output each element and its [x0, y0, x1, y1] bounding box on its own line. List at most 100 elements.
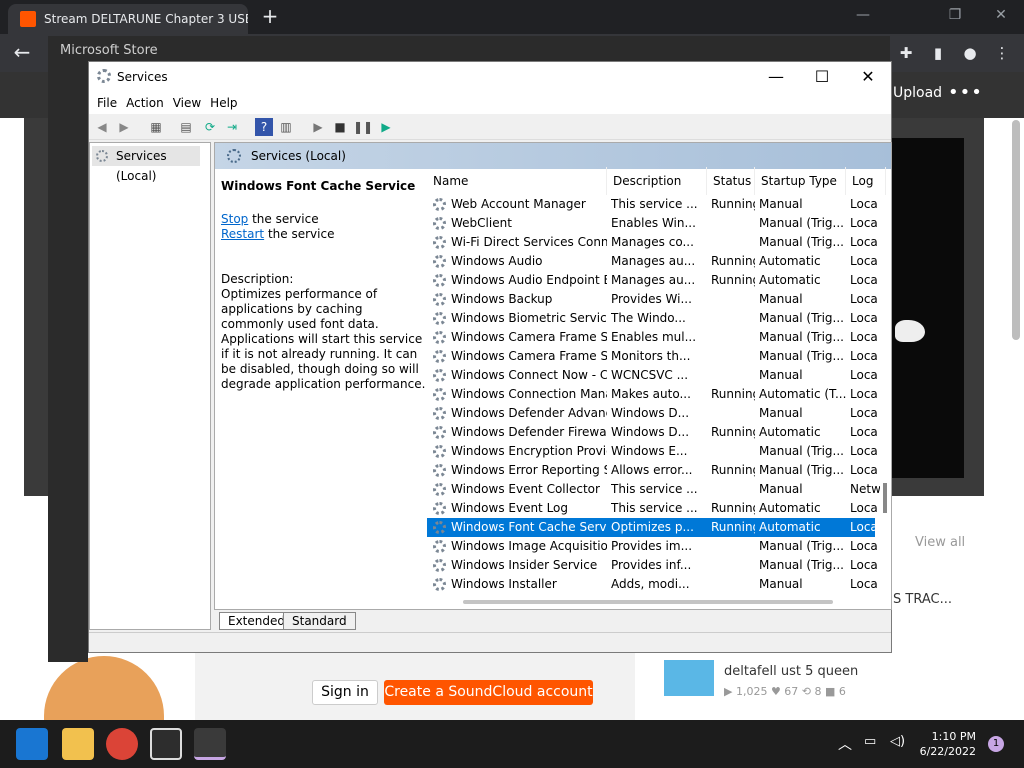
- service-log-on: Loca: [850, 197, 878, 211]
- service-gear-icon: [433, 483, 446, 496]
- table-row[interactable]: Windows Font Cache Service Optimizes p...…: [427, 518, 878, 537]
- menu-help[interactable]: Help: [210, 92, 246, 114]
- soundcloud-favicon-icon: [20, 11, 36, 27]
- start-windows-icon[interactable]: [16, 728, 48, 760]
- table-row[interactable]: Wi-Fi Direct Services Conne... Manages co…: [427, 233, 878, 252]
- back-icon[interactable]: ◀: [93, 118, 111, 136]
- table-row[interactable]: Windows Defender Firewall Windows D... Run…: [427, 423, 878, 442]
- store-icon[interactable]: [150, 728, 182, 760]
- column-header-description[interactable]: Description: [607, 167, 707, 195]
- network-icon[interactable]: ▭: [864, 734, 876, 749]
- table-row[interactable]: Windows Event Log This service ... Running…: [427, 499, 878, 518]
- stop-link[interactable]: Stop: [221, 212, 248, 226]
- view-all-link[interactable]: View all: [915, 535, 965, 550]
- service-status: Running: [711, 387, 755, 401]
- service-log-on: Loca: [850, 216, 878, 230]
- table-row[interactable]: Windows Camera Frame Se... Monitors th...…: [427, 347, 878, 366]
- page-scrollbar[interactable]: [1012, 120, 1020, 340]
- table-row[interactable]: Windows Event Collector This service ... M…: [427, 480, 880, 499]
- menu-file[interactable]: File: [97, 92, 126, 114]
- tray-chevron-icon[interactable]: ︿: [838, 734, 852, 754]
- sort-arrow-icon: ^: [515, 167, 524, 174]
- restart-link[interactable]: Restart: [221, 227, 264, 241]
- table-row[interactable]: WebClient Enables Win... Manual (Trig... Lo…: [427, 214, 878, 233]
- profile-icon[interactable]: ●: [957, 40, 983, 66]
- service-description: Monitors th...: [611, 349, 691, 363]
- table-row[interactable]: Web Account Manager This service ... Runni…: [427, 195, 878, 214]
- table-row[interactable]: Windows Defender Advanc... Windows D... Ma…: [427, 404, 878, 423]
- service-description: This service ...: [611, 197, 698, 211]
- forward-icon[interactable]: ▶: [115, 118, 133, 136]
- table-row[interactable]: Windows Biometric Service The Windo... Man…: [427, 309, 878, 328]
- table-row[interactable]: Windows Audio Manages au... Running Automat…: [427, 252, 878, 271]
- show-tree-icon[interactable]: ▦: [147, 118, 165, 136]
- restart-text: the service: [264, 227, 335, 241]
- table-row[interactable]: Windows Connect Now - C... WCNCSVC ... Man…: [427, 366, 878, 385]
- service-name: Windows Camera Frame Se...: [451, 349, 607, 363]
- column-header-startup-type[interactable]: Startup Type: [755, 167, 846, 195]
- service-log-on: Loca: [850, 330, 878, 344]
- service-log-on: Loca: [850, 311, 878, 325]
- service-gear-icon: [433, 578, 446, 591]
- new-tab-button[interactable]: +: [258, 4, 282, 30]
- related-track-title[interactable]: S TRAC...: [893, 592, 952, 607]
- table-row[interactable]: Windows Error Reporting Se... Allows erro…: [427, 461, 878, 480]
- more-icon[interactable]: •••: [948, 82, 983, 103]
- column-header-log-on-as[interactable]: Log: [846, 167, 886, 195]
- column-header-status[interactable]: Status: [707, 167, 755, 195]
- pause-service-icon[interactable]: ❚❚: [353, 118, 373, 136]
- services-taskbar-icon[interactable]: [194, 728, 226, 760]
- upload-link[interactable]: Upload: [893, 85, 942, 101]
- restore-icon[interactable]: ❐: [932, 0, 978, 30]
- stop-service-icon[interactable]: ■: [331, 118, 349, 136]
- back-arrow-icon[interactable]: ←: [8, 38, 36, 66]
- svc-minimize-icon[interactable]: —: [753, 62, 799, 92]
- hscroll-thumb[interactable]: [463, 600, 833, 604]
- table-row[interactable]: Windows Audio Endpoint B... Manages au...…: [427, 271, 878, 290]
- notification-badge[interactable]: 1: [988, 736, 1004, 752]
- service-log-on: Loca: [850, 425, 878, 439]
- show-pane-icon[interactable]: ▥: [277, 118, 295, 136]
- table-row[interactable]: Windows Installer Adds, modi... Manual Loca: [427, 575, 878, 594]
- tab-standard[interactable]: Standard: [283, 612, 356, 630]
- clock[interactable]: 1:10 PM 6/22/2022: [918, 729, 976, 759]
- svc-close-icon[interactable]: ✕: [845, 62, 891, 92]
- create-account-button[interactable]: Create a SoundCloud account: [384, 680, 593, 705]
- svc-maximize-icon[interactable]: ☐: [799, 62, 845, 92]
- horizontal-scrollbar[interactable]: [447, 595, 867, 609]
- properties-icon[interactable]: ▤: [177, 118, 195, 136]
- browser-tab[interactable]: Stream DELTARUNE Chapter 3 USE ✕: [8, 4, 248, 34]
- sign-in-button[interactable]: Sign in: [312, 680, 378, 705]
- service-gear-icon: [433, 426, 446, 439]
- track-title[interactable]: deltafell ust 5 queen: [724, 664, 858, 679]
- service-gear-icon: [433, 217, 446, 230]
- file-explorer-icon[interactable]: [62, 728, 94, 760]
- menu-icon[interactable]: ⋮: [989, 40, 1015, 66]
- chrome-icon[interactable]: [106, 728, 138, 760]
- vertical-scrollbar-thumb[interactable]: [883, 483, 887, 513]
- service-gear-icon: [433, 350, 446, 363]
- console-tree: Services (Local): [89, 142, 211, 630]
- service-description: Windows E...: [611, 444, 688, 458]
- tree-item-services-local[interactable]: Services (Local): [92, 146, 200, 183]
- side-panel-icon[interactable]: ▮: [925, 40, 951, 66]
- help-icon[interactable]: ?: [255, 118, 273, 136]
- minimize-icon[interactable]: —: [840, 0, 886, 30]
- restart-service-icon[interactable]: ▶: [377, 118, 395, 136]
- refresh-icon[interactable]: ⟳: [201, 118, 219, 136]
- export-icon[interactable]: ⇥: [223, 118, 241, 136]
- table-row[interactable]: Windows Camera Frame Se... Enables mul...…: [427, 328, 878, 347]
- start-service-icon[interactable]: ▶: [309, 118, 327, 136]
- track-thumbnail[interactable]: [664, 660, 714, 696]
- table-row[interactable]: Windows Encryption Provid... Windows E...…: [427, 442, 878, 461]
- table-row[interactable]: Windows Backup Provides Wi... Manual Loca: [427, 290, 878, 309]
- table-row[interactable]: Windows Image Acquisitio... Provides im..…: [427, 537, 878, 556]
- table-row[interactable]: Windows Connection Mana... Makes auto... R…: [427, 385, 878, 404]
- menu-action[interactable]: Action: [126, 92, 173, 114]
- table-row[interactable]: Windows Insider Service Provides inf... Ma…: [427, 556, 878, 575]
- menu-view[interactable]: View: [173, 92, 210, 114]
- volume-icon[interactable]: ◁): [890, 734, 905, 749]
- service-log-on: Loca: [850, 501, 878, 515]
- extensions-icon[interactable]: ✚: [893, 40, 919, 66]
- close-icon[interactable]: ✕: [978, 0, 1024, 30]
